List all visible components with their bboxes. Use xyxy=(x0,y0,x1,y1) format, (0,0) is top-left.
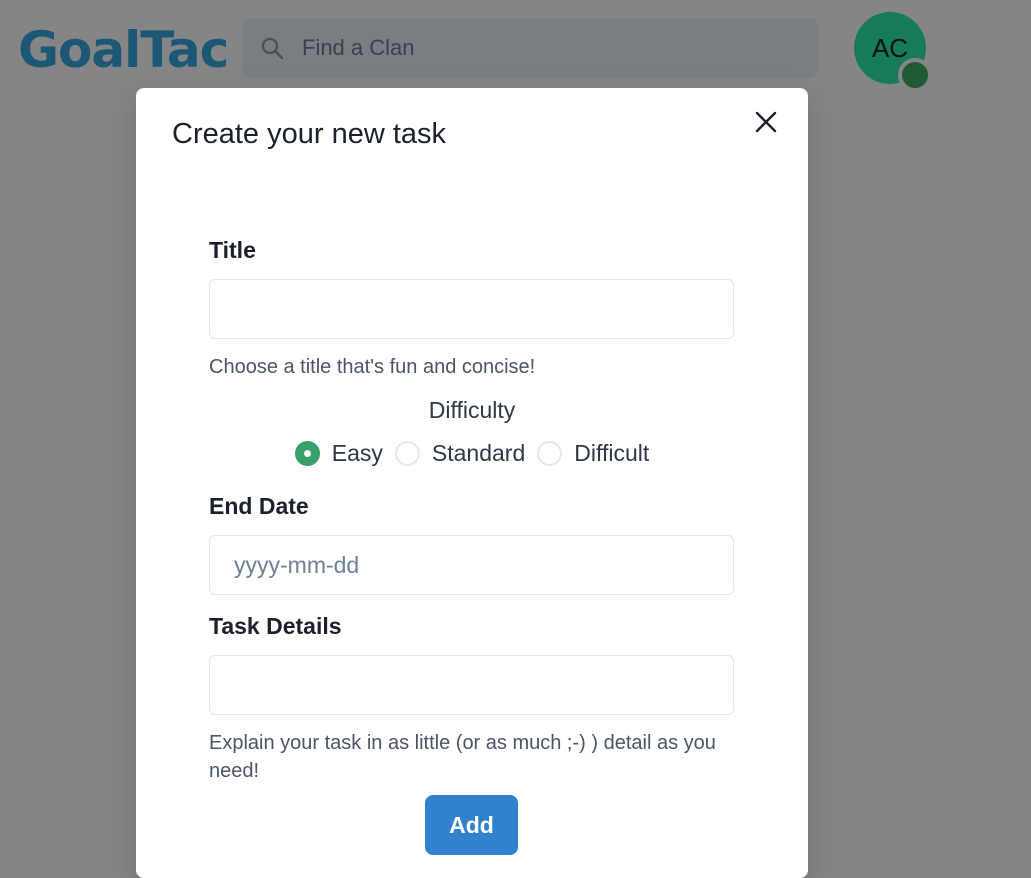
radio-difficult[interactable] xyxy=(537,441,563,466)
search-bar[interactable] xyxy=(242,18,818,78)
online-status-badge xyxy=(898,58,932,92)
title-label: Title xyxy=(209,237,256,263)
difficulty-option-difficult[interactable]: Difficult xyxy=(537,440,649,467)
modal-title: Create your new task xyxy=(172,118,447,150)
difficulty-label: Difficulty xyxy=(428,397,516,423)
radio-label-easy: Easy xyxy=(331,440,383,466)
create-task-modal: Create your new task Title Choose a titl… xyxy=(136,88,808,878)
difficulty-option-standard[interactable]: Standard xyxy=(394,440,526,467)
radio-label-standard: Standard xyxy=(431,440,526,466)
end-date-label: End Date xyxy=(209,493,309,519)
radio-easy[interactable] xyxy=(294,441,320,466)
search-icon xyxy=(260,36,284,60)
task-details-helper-text: Explain your task in as little (or as mu… xyxy=(209,732,716,782)
logo[interactable]: GoalTac xyxy=(18,20,229,80)
end-date-input[interactable] xyxy=(209,535,734,595)
difficulty-radio-group: Easy Standard Difficult xyxy=(136,440,808,467)
search-input[interactable] xyxy=(302,18,802,78)
radio-label-difficult: Difficult xyxy=(574,440,650,466)
title-input[interactable] xyxy=(209,279,734,339)
radio-standard[interactable] xyxy=(394,441,420,466)
task-details-label: Task Details xyxy=(209,613,342,639)
close-icon xyxy=(755,111,777,138)
task-details-input[interactable] xyxy=(209,655,734,715)
top-header: GoalTac AC xyxy=(0,0,1031,100)
title-helper-text: Choose a title that's fun and concise! xyxy=(209,356,536,378)
difficulty-option-easy[interactable]: Easy xyxy=(294,440,383,467)
avatar-initials: AC xyxy=(871,32,909,63)
add-button[interactable]: Add xyxy=(425,795,518,855)
close-button[interactable] xyxy=(750,108,782,140)
